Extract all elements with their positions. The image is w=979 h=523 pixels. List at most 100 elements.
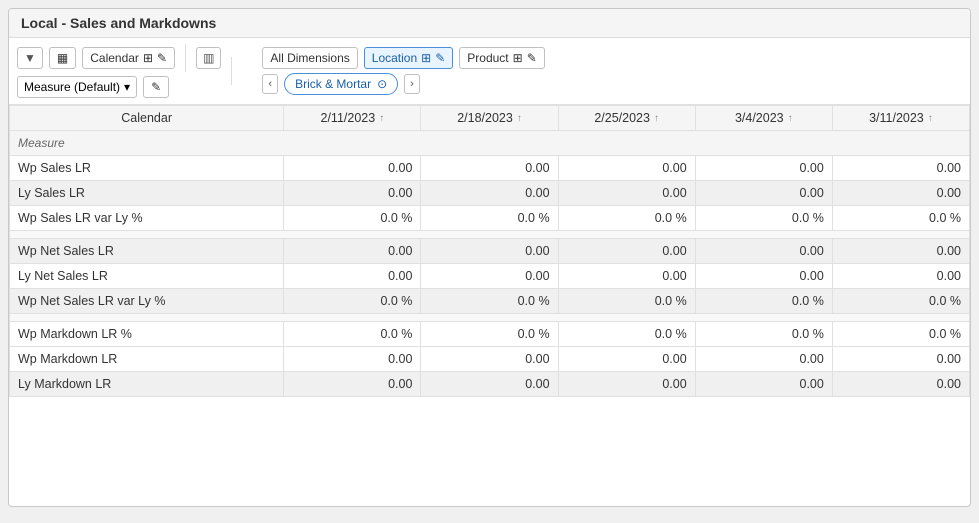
dropdown-arrow: ▾ (124, 80, 130, 94)
data-cell: 0.00 (695, 156, 832, 181)
separator-2 (231, 57, 232, 85)
sort-arrow-3[interactable]: ↑ (788, 113, 793, 124)
data-cell: 0.00 (832, 239, 969, 264)
col-date-4: 3/11/2023 (869, 111, 924, 125)
measure-header-cell: Measure (10, 131, 970, 156)
data-cell: 0.0 % (558, 322, 695, 347)
row-label: Ly Sales LR (10, 181, 284, 206)
sort-arrow-2[interactable]: ↑ (654, 113, 659, 124)
rows-toggle-icon: ▦ (57, 51, 68, 65)
data-cell: 0.0 % (558, 289, 695, 314)
dimension-row-2: ‹ Brick & Mortar ⊙ › (262, 73, 544, 95)
data-cell: 0.00 (284, 347, 421, 372)
measure-label: Measure (Default) (24, 80, 120, 94)
table-row: Wp Markdown LR0.000.000.000.000.00 (10, 347, 970, 372)
rows-toggle-button[interactable]: ▦ (49, 47, 76, 69)
col-header-1: 2/18/2023 ↑ (421, 106, 558, 131)
data-cell: 0.00 (558, 372, 695, 397)
toolbar-right: All Dimensions Location ⊞ ✎ Product ⊞ ✎ … (262, 47, 544, 95)
table-body: MeasureWp Sales LR0.000.000.000.000.00Ly… (10, 131, 970, 397)
col-header-4: 3/11/2023 ↑ (832, 106, 969, 131)
title-bar: Local - Sales and Markdowns (9, 9, 970, 38)
row-label: Wp Net Sales LR var Ly % (10, 289, 284, 314)
all-dimensions-button[interactable]: All Dimensions (262, 47, 357, 69)
dimension-controls: All Dimensions Location ⊞ ✎ Product ⊞ ✎ … (262, 47, 544, 95)
hierarchy-icon: ⊞ (143, 51, 153, 65)
data-cell: 0.0 % (284, 289, 421, 314)
data-cell: 0.00 (695, 347, 832, 372)
data-cell: 0.0 % (284, 206, 421, 231)
table-row: Wp Net Sales LR0.000.000.000.000.00 (10, 239, 970, 264)
data-cell: 0.0 % (558, 206, 695, 231)
product-label: Product (467, 51, 508, 65)
data-cell: 0.00 (284, 239, 421, 264)
nav-left-button[interactable]: ‹ (262, 74, 278, 94)
edit-icon: ✎ (157, 51, 167, 65)
data-cell: 0.00 (558, 156, 695, 181)
measure-edit-icon: ✎ (151, 80, 161, 94)
calendar-label: Calendar (90, 51, 139, 65)
data-cell: 0.0 % (421, 289, 558, 314)
toolbar: ▼ ▦ Calendar ⊞ ✎ ▥ Measure (Default) ▾ (9, 38, 970, 105)
data-cell: 0.00 (284, 156, 421, 181)
calendar-button[interactable]: Calendar ⊞ ✎ (82, 47, 175, 69)
data-cell: 0.0 % (284, 322, 421, 347)
row-label: Wp Markdown LR % (10, 322, 284, 347)
data-cell: 0.0 % (421, 206, 558, 231)
sort-arrow-1[interactable]: ↑ (517, 113, 522, 124)
data-cell: 0.00 (284, 264, 421, 289)
product-button[interactable]: Product ⊞ ✎ (459, 47, 544, 69)
toolbar-left: ▼ ▦ Calendar ⊞ ✎ ▥ Measure (Default) ▾ (17, 44, 221, 98)
col-header-3: 3/4/2023 ↑ (695, 106, 832, 131)
sort-arrow-0[interactable]: ↑ (379, 113, 384, 124)
brick-mortar-pill: Brick & Mortar ⊙ (284, 73, 398, 95)
col-date-1: 2/18/2023 (457, 111, 513, 125)
measure-edit-button[interactable]: ✎ (143, 76, 169, 98)
col-header-0: 2/11/2023 ↑ (284, 106, 421, 131)
data-cell: 0.00 (695, 239, 832, 264)
data-cell: 0.00 (284, 372, 421, 397)
data-cell: 0.00 (421, 239, 558, 264)
nav-right-button[interactable]: › (404, 74, 420, 94)
row-label: Ly Net Sales LR (10, 264, 284, 289)
data-cell: 0.00 (832, 372, 969, 397)
sort-arrow-4[interactable]: ↑ (928, 113, 933, 124)
location-button[interactable]: Location ⊞ ✎ (364, 47, 454, 69)
table-header-row: Calendar 2/11/2023 ↑ 2/18/2023 ↑ (10, 106, 970, 131)
target-icon: ⊙ (377, 77, 387, 91)
col-date-0: 2/11/2023 (321, 111, 376, 125)
data-cell: 0.00 (558, 239, 695, 264)
product-hierarchy-icon: ⊞ (513, 51, 523, 65)
data-cell: 0.00 (558, 264, 695, 289)
table-row: Measure (10, 131, 970, 156)
row-label: Wp Sales LR var Ly % (10, 206, 284, 231)
table-row: Wp Sales LR0.000.000.000.000.00 (10, 156, 970, 181)
table-row: Wp Markdown LR %0.0 %0.0 %0.0 %0.0 %0.0 … (10, 322, 970, 347)
data-cell: 0.0 % (695, 322, 832, 347)
data-cell: 0.00 (421, 156, 558, 181)
location-label: Location (372, 51, 417, 65)
main-window: Local - Sales and Markdowns ▼ ▦ Calendar… (8, 8, 971, 507)
data-cell: 0.00 (421, 372, 558, 397)
col-header-2: 2/25/2023 ↑ (558, 106, 695, 131)
data-cell: 0.00 (421, 347, 558, 372)
rows-icon-button[interactable]: ▥ (196, 47, 221, 69)
table-row: Wp Sales LR var Ly %0.0 %0.0 %0.0 %0.0 %… (10, 206, 970, 231)
table-row: Ly Markdown LR0.000.000.000.000.00 (10, 372, 970, 397)
window-title: Local - Sales and Markdowns (21, 15, 216, 31)
location-edit-icon: ✎ (435, 51, 445, 65)
data-cell: 0.00 (558, 347, 695, 372)
table-row (10, 314, 970, 322)
data-cell: 0.0 % (695, 206, 832, 231)
row-label: Wp Markdown LR (10, 347, 284, 372)
data-cell: 0.00 (421, 264, 558, 289)
table-row: Ly Net Sales LR0.000.000.000.000.00 (10, 264, 970, 289)
data-cell: 0.0 % (832, 206, 969, 231)
collapse-button[interactable]: ▼ (17, 47, 43, 69)
data-cell: 0.00 (284, 181, 421, 206)
table-row: Ly Sales LR0.000.000.000.000.00 (10, 181, 970, 206)
col-date-2: 2/25/2023 (594, 111, 650, 125)
measure-dropdown[interactable]: Measure (Default) ▾ (17, 76, 137, 98)
separator-1 (185, 44, 186, 72)
spacer-cell (10, 314, 970, 322)
